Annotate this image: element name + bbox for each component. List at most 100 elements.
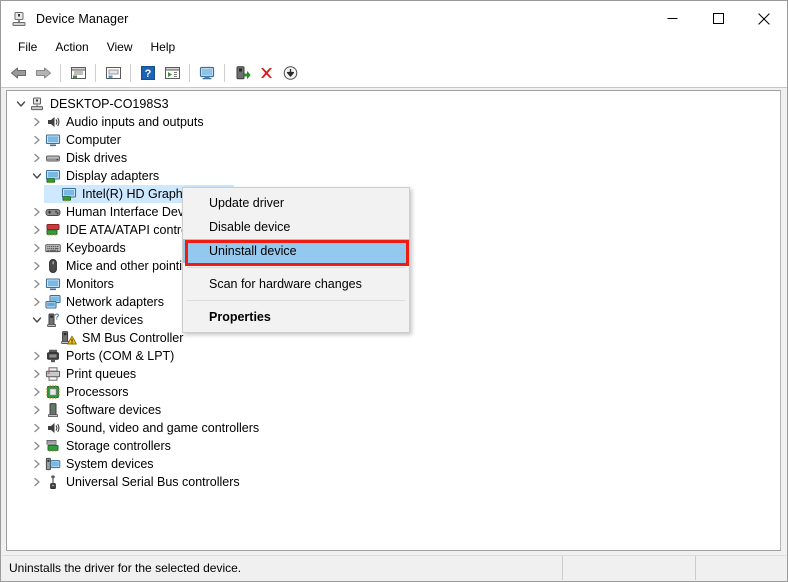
context-menu-item-update-driver[interactable]: Update driver [183,191,409,215]
disk-drive-icon [45,150,61,166]
unknown-device-icon: ? [45,312,61,328]
tree-item-label: Storage controllers [66,439,171,453]
storage-controller-icon [45,438,61,454]
chevron-right-icon[interactable] [29,420,45,436]
menu-help[interactable]: Help [142,38,185,56]
toolbar-separator [130,64,131,82]
tree-item-label: Computer [66,133,121,147]
chevron-right-icon[interactable] [29,276,45,292]
chevron-down-icon[interactable] [29,312,45,328]
maximize-button[interactable] [695,1,741,36]
warning-device-icon [61,330,77,346]
help-icon[interactable]: ? [136,61,160,85]
context-menu-separator [187,267,405,268]
chevron-down-icon[interactable] [13,96,29,112]
monitor-icon [45,132,61,148]
tree-item-label: System devices [66,457,154,471]
view-details-icon[interactable] [160,61,184,85]
back-arrow-icon[interactable] [7,61,31,85]
chevron-right-icon[interactable] [29,474,45,490]
tree-item-label: Audio inputs and outputs [66,115,204,129]
chevron-right-icon[interactable] [29,114,45,130]
context-menu-item-properties[interactable]: Properties [183,305,409,329]
menu-action[interactable]: Action [46,38,97,56]
tree-item-computer[interactable]: Computer [7,131,780,149]
tree-item-audio-inputs-and-outputs[interactable]: Audio inputs and outputs [7,113,780,131]
tree-item-label: Disk drives [66,151,128,165]
chevron-right-icon[interactable] [29,384,45,400]
tree-item-label: Software devices [66,403,162,417]
close-button[interactable] [741,1,787,36]
status-message: Uninstalls the driver for the selected d… [2,556,563,580]
forward-arrow-icon[interactable] [31,61,55,85]
show-hidden-devices-icon[interactable] [66,61,90,85]
tree-item-software-devices[interactable]: Software devices [7,401,780,419]
display-adapter-icon [61,186,77,202]
mouse-icon [45,258,61,274]
context-menu[interactable]: Update driver Disable device Uninstall d… [182,187,410,333]
speaker-icon [45,420,61,436]
tree-item-label: Display adapters [66,169,160,183]
disable-device-icon[interactable] [278,61,302,85]
port-icon [45,348,61,364]
printer-icon [45,366,61,382]
chevron-right-icon[interactable] [29,366,45,382]
tree-item-processors[interactable]: Processors [7,383,780,401]
chevron-right-icon[interactable] [29,204,45,220]
network-adapter-icon [45,294,61,310]
status-cell-3 [696,556,786,580]
ide-controller-icon [45,222,61,238]
chevron-right-icon[interactable] [29,240,45,256]
chevron-right-icon[interactable] [29,222,45,238]
tree-item-sound-video-and-game-controllers[interactable]: Sound, video and game controllers [7,419,780,437]
menu-file[interactable]: File [9,38,46,56]
menu-bar: File Action View Help [1,36,787,59]
system-device-icon [45,456,61,472]
status-cell-2 [563,556,696,580]
speaker-icon [45,114,61,130]
context-menu-separator [187,300,405,301]
chevron-right-icon[interactable] [29,294,45,310]
properties-icon[interactable] [101,61,125,85]
tree-item-label: Processors [66,385,129,399]
tree-item-label: SM Bus Controller [82,331,184,345]
scan-hardware-changes-icon[interactable] [230,61,254,85]
hid-icon [45,204,61,220]
monitor-icon[interactable] [195,61,219,85]
caption-buttons [649,1,787,36]
context-menu-item-disable-device[interactable]: Disable device [183,215,409,239]
toolbar-separator [224,64,225,82]
chevron-right-icon[interactable] [29,348,45,364]
status-bar: Uninstalls the driver for the selected d… [2,555,786,580]
tree-item-ports[interactable]: Ports (COM & LPT) [7,347,780,365]
tree-item-label: DESKTOP-CO198S3 [50,97,169,111]
tree-item-disk-drives[interactable]: Disk drives [7,149,780,167]
context-menu-item-uninstall-device[interactable]: Uninstall device [183,239,409,263]
uninstall-device-icon[interactable] [254,61,278,85]
tree-item-universal-serial-bus-controllers[interactable]: Universal Serial Bus controllers [7,473,780,491]
tree-item-system-devices[interactable]: System devices [7,455,780,473]
chevron-down-icon[interactable] [29,168,45,184]
content-area: DESKTOP-CO198S3 Audio inputs and outputs… [1,88,787,555]
chevron-right-icon[interactable] [29,402,45,418]
tree-item-storage-controllers[interactable]: Storage controllers [7,437,780,455]
svg-text:?: ? [145,68,152,80]
device-manager-icon [11,11,27,27]
chevron-right-icon[interactable] [29,150,45,166]
context-menu-item-scan-for-hardware-changes[interactable]: Scan for hardware changes [183,272,409,296]
chevron-right-icon[interactable] [29,456,45,472]
tree-item-print-queues[interactable]: Print queues [7,365,780,383]
chevron-right-icon[interactable] [29,438,45,454]
tree-item-display-adapters[interactable]: Display adapters [7,167,780,185]
toolbar-separator [189,64,190,82]
tree-item-desktop[interactable]: DESKTOP-CO198S3 [7,95,780,113]
computer-root-icon [29,96,45,112]
menu-view[interactable]: View [98,38,142,56]
software-device-icon [45,402,61,418]
chevron-right-icon[interactable] [29,132,45,148]
minimize-button[interactable] [649,1,695,36]
display-adapter-icon [45,168,61,184]
chevron-right-icon[interactable] [29,258,45,274]
processor-icon [45,384,61,400]
device-tree-pane[interactable]: DESKTOP-CO198S3 Audio inputs and outputs… [6,90,781,551]
